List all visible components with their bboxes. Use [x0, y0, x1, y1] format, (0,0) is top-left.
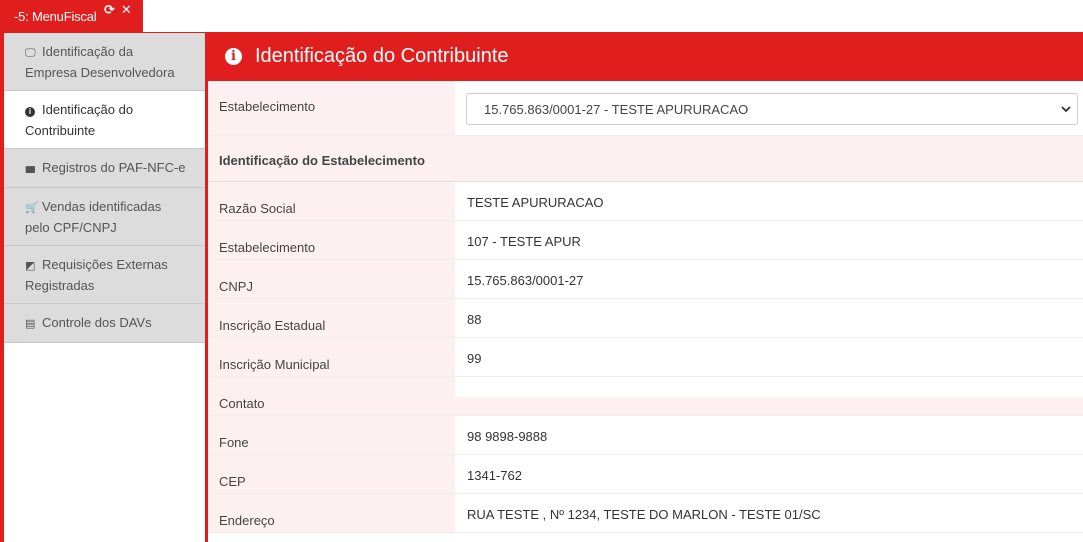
field-value: TESTE APURURACAO — [455, 182, 1083, 220]
barcode-icon: ▮▮▮ — [25, 164, 36, 174]
field-value: 1341-762 — [455, 455, 1083, 493]
sidebar-item-label: Controle dos DAVs — [42, 315, 152, 330]
sidebar-item-label: Registradas — [25, 278, 95, 293]
sidebar-item-label: Registros do PAF-NFC-e — [42, 160, 186, 175]
field-value: 88 — [455, 299, 1083, 337]
establishment-selected-value: 15.765.863/0001-27 - TESTE APURURACAO — [484, 102, 749, 117]
monitor-icon: 🖵 — [25, 47, 36, 59]
file-icon: ▤ — [25, 318, 36, 330]
field-value — [455, 377, 1083, 415]
field-value: 99 — [455, 338, 1083, 376]
field-label: Inscrição Municipal — [208, 338, 455, 376]
field-row-inscricao-estadual: Inscrição Estadual 88 — [208, 299, 1083, 338]
establishment-select-row: Estabelecimento 15.765.863/0001-27 - TES… — [208, 81, 1083, 136]
info-icon: i — [225, 48, 242, 65]
field-label: Estabelecimento — [208, 221, 455, 259]
sidebar-item-contribuinte[interactable]: i Identificação do Contribuinte — [4, 91, 205, 149]
sidebar-item-vendas-cpf-cnpj[interactable]: 🛒 Vendas identificadas pelo CPF/CNPJ — [4, 188, 205, 246]
tab-label: -5: MenuFiscal — [14, 9, 97, 24]
panel-header: i Identificação do Contribuinte — [208, 33, 1083, 81]
main-panel: i Identificação do Contribuinte Estabelec… — [208, 33, 1083, 542]
field-row-endereco: Endereço RUA TESTE , Nº 1234, TESTE DO M… — [208, 494, 1083, 533]
field-label: Razão Social — [208, 182, 455, 220]
field-value: 15.765.863/0001-27 — [455, 260, 1083, 298]
sidebar-item-empresa-desenvolvedora[interactable]: 🖵 Identificação da Empresa Desenvolvedora — [4, 33, 205, 91]
field-label: Fone — [208, 416, 455, 454]
cart-icon: 🛒 — [25, 202, 39, 214]
field-label: Contato — [208, 377, 455, 415]
tab-menufiscal[interactable]: -5: MenuFiscal ⟳ ✕ — [0, 0, 143, 32]
field-row-estabelecimento: Estabelecimento 107 - TESTE APUR — [208, 221, 1083, 260]
sidebar-item-label: Vendas identificadas — [42, 199, 162, 214]
sidebar-item-label: Empresa Desenvolvedora — [25, 65, 175, 80]
field-value: RUA TESTE , Nº 1234, TESTE DO MARLON - T… — [455, 494, 1083, 532]
page-title: Identificação do Contribuinte — [255, 45, 509, 67]
sidebar-item-label: Identificação do — [42, 102, 134, 117]
sidebar-item-requisicoes-externas[interactable]: ◩ Requisições Externas Registradas — [4, 246, 205, 304]
field-row-cep: CEP 1341-762 — [208, 455, 1083, 494]
chevron-down-icon — [1060, 99, 1072, 122]
close-icon[interactable]: ✕ — [121, 2, 132, 18]
section-title: Identificação do Estabelecimento — [208, 136, 1083, 182]
establishment-select[interactable]: 15.765.863/0001-27 - TESTE APURURACAO — [466, 93, 1078, 125]
establishment-label: Estabelecimento — [208, 81, 455, 135]
field-row-fone: Fone 98 9898-9888 — [208, 416, 1083, 455]
sidebar-item-label: Contribuinte — [25, 123, 96, 138]
sidebar: 🖵 Identificação da Empresa Desenvolvedora… — [4, 33, 208, 542]
sidebar-item-label: Identificação da — [42, 44, 134, 59]
field-label: Inscrição Estadual — [208, 299, 455, 337]
sidebar-item-registros-paf[interactable]: ▮▮▮ Registros do PAF-NFC-e — [4, 149, 205, 188]
field-value: 98 9898-9888 — [455, 416, 1083, 454]
sidebar-item-controle-davs[interactable]: ▤ Controle dos DAVs — [4, 304, 205, 343]
refresh-icon[interactable]: ⟳ — [104, 2, 115, 18]
field-row-razao-social: Razão Social TESTE APURURACAO — [208, 182, 1083, 221]
field-row-cnpj: CNPJ 15.765.863/0001-27 — [208, 260, 1083, 299]
field-label: Endereço — [208, 494, 455, 532]
field-value: 107 - TESTE APUR — [455, 221, 1083, 259]
field-row-contato: Contato — [208, 377, 1083, 416]
sidebar-item-label: Requisições Externas — [42, 257, 168, 272]
info-icon: i — [25, 102, 39, 121]
external-link-icon: ◩ — [25, 260, 36, 272]
field-label: CEP — [208, 455, 455, 493]
field-label: CNPJ — [208, 260, 455, 298]
sidebar-item-label: pelo CPF/CNPJ — [25, 220, 117, 235]
field-row-inscricao-municipal: Inscrição Municipal 99 — [208, 338, 1083, 377]
